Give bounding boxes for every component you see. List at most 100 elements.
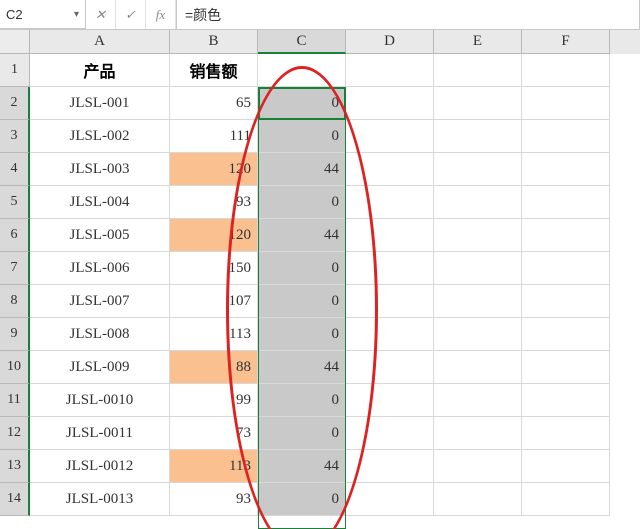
row-header[interactable]: 2 — [0, 87, 30, 120]
row-header[interactable]: 11 — [0, 384, 30, 417]
cell-C3[interactable]: 0 — [258, 120, 346, 153]
cell-B12[interactable]: 73 — [170, 417, 258, 450]
col-header-A[interactable]: A — [30, 30, 170, 54]
cell-A8[interactable]: JLSL-007 — [30, 285, 170, 318]
cell-D3[interactable] — [346, 120, 434, 153]
cell-C6[interactable]: 44 — [258, 219, 346, 252]
cell-E1[interactable] — [434, 54, 522, 87]
formula-input[interactable]: =颜色 — [176, 0, 640, 29]
cell-F7[interactable] — [522, 252, 610, 285]
cell-E14[interactable] — [434, 483, 522, 516]
cell-A11[interactable]: JLSL-0010 — [30, 384, 170, 417]
cell-E3[interactable] — [434, 120, 522, 153]
cell-B5[interactable]: 93 — [170, 186, 258, 219]
cell-E11[interactable] — [434, 384, 522, 417]
row-header[interactable]: 9 — [0, 318, 30, 351]
cell-C8[interactable]: 0 — [258, 285, 346, 318]
cell-C7[interactable]: 0 — [258, 252, 346, 285]
row-header[interactable]: 1 — [0, 54, 30, 87]
cell-D4[interactable] — [346, 153, 434, 186]
cell-C13[interactable]: 44 — [258, 450, 346, 483]
col-header-D[interactable]: D — [346, 30, 434, 54]
cell-B10[interactable]: 88 — [170, 351, 258, 384]
cell-D11[interactable] — [346, 384, 434, 417]
cell-F6[interactable] — [522, 219, 610, 252]
cell-D5[interactable] — [346, 186, 434, 219]
cell-C14[interactable]: 0 — [258, 483, 346, 516]
row-header[interactable]: 3 — [0, 120, 30, 153]
insert-function-button[interactable]: fx — [146, 0, 176, 29]
cell-B6[interactable]: 120 — [170, 219, 258, 252]
row-header[interactable]: 6 — [0, 219, 30, 252]
row-header[interactable]: 14 — [0, 483, 30, 516]
cell-C10[interactable]: 44 — [258, 351, 346, 384]
cell-F14[interactable] — [522, 483, 610, 516]
cell-B9[interactable]: 113 — [170, 318, 258, 351]
cell-B1[interactable]: 销售额 — [170, 54, 258, 87]
cell-D14[interactable] — [346, 483, 434, 516]
cell-B11[interactable]: 99 — [170, 384, 258, 417]
cell-E6[interactable] — [434, 219, 522, 252]
cell-F4[interactable] — [522, 153, 610, 186]
cell-C1[interactable] — [258, 54, 346, 87]
cell-F11[interactable] — [522, 384, 610, 417]
cell-D9[interactable] — [346, 318, 434, 351]
cell-E2[interactable] — [434, 87, 522, 120]
cell-A9[interactable]: JLSL-008 — [30, 318, 170, 351]
cell-C12[interactable]: 0 — [258, 417, 346, 450]
cell-D2[interactable] — [346, 87, 434, 120]
cell-F13[interactable] — [522, 450, 610, 483]
cell-E5[interactable] — [434, 186, 522, 219]
cell-F9[interactable] — [522, 318, 610, 351]
cell-A3[interactable]: JLSL-002 — [30, 120, 170, 153]
cell-C11[interactable]: 0 — [258, 384, 346, 417]
cell-A2[interactable]: JLSL-001 — [30, 87, 170, 120]
cell-F12[interactable] — [522, 417, 610, 450]
row-header[interactable]: 5 — [0, 186, 30, 219]
cell-B4[interactable]: 120 — [170, 153, 258, 186]
cell-F1[interactable] — [522, 54, 610, 87]
cell-A10[interactable]: JLSL-009 — [30, 351, 170, 384]
cell-A1[interactable]: 产品 — [30, 54, 170, 87]
cancel-formula-button[interactable]: ✕ — [86, 0, 116, 29]
cell-D10[interactable] — [346, 351, 434, 384]
col-header-F[interactable]: F — [522, 30, 610, 54]
cell-C9[interactable]: 0 — [258, 318, 346, 351]
row-header[interactable]: 12 — [0, 417, 30, 450]
cell-D6[interactable] — [346, 219, 434, 252]
select-all-corner[interactable] — [0, 30, 30, 54]
cell-A6[interactable]: JLSL-005 — [30, 219, 170, 252]
cell-E9[interactable] — [434, 318, 522, 351]
cell-E7[interactable] — [434, 252, 522, 285]
cell-E10[interactable] — [434, 351, 522, 384]
col-header-C[interactable]: C — [258, 30, 346, 54]
cell-F2[interactable] — [522, 87, 610, 120]
row-header[interactable]: 8 — [0, 285, 30, 318]
cell-E12[interactable] — [434, 417, 522, 450]
cell-D13[interactable] — [346, 450, 434, 483]
cell-F5[interactable] — [522, 186, 610, 219]
col-header-B[interactable]: B — [170, 30, 258, 54]
cell-D8[interactable] — [346, 285, 434, 318]
cell-A5[interactable]: JLSL-004 — [30, 186, 170, 219]
name-box[interactable]: C2 ▾ — [0, 0, 86, 29]
cell-E13[interactable] — [434, 450, 522, 483]
cell-D1[interactable] — [346, 54, 434, 87]
cell-E8[interactable] — [434, 285, 522, 318]
cell-F10[interactable] — [522, 351, 610, 384]
name-box-dropdown-icon[interactable]: ▾ — [74, 9, 79, 20]
cell-A7[interactable]: JLSL-006 — [30, 252, 170, 285]
cell-B13[interactable]: 113 — [170, 450, 258, 483]
cell-B3[interactable]: 111 — [170, 120, 258, 153]
row-header[interactable]: 7 — [0, 252, 30, 285]
cell-F3[interactable] — [522, 120, 610, 153]
cell-A14[interactable]: JLSL-0013 — [30, 483, 170, 516]
cell-C2[interactable]: 0 — [258, 87, 346, 120]
cell-B2[interactable]: 65 — [170, 87, 258, 120]
accept-formula-button[interactable]: ✓ — [116, 0, 146, 29]
cell-E4[interactable] — [434, 153, 522, 186]
cell-A4[interactable]: JLSL-003 — [30, 153, 170, 186]
cell-C4[interactable]: 44 — [258, 153, 346, 186]
cell-C5[interactable]: 0 — [258, 186, 346, 219]
cell-B14[interactable]: 93 — [170, 483, 258, 516]
